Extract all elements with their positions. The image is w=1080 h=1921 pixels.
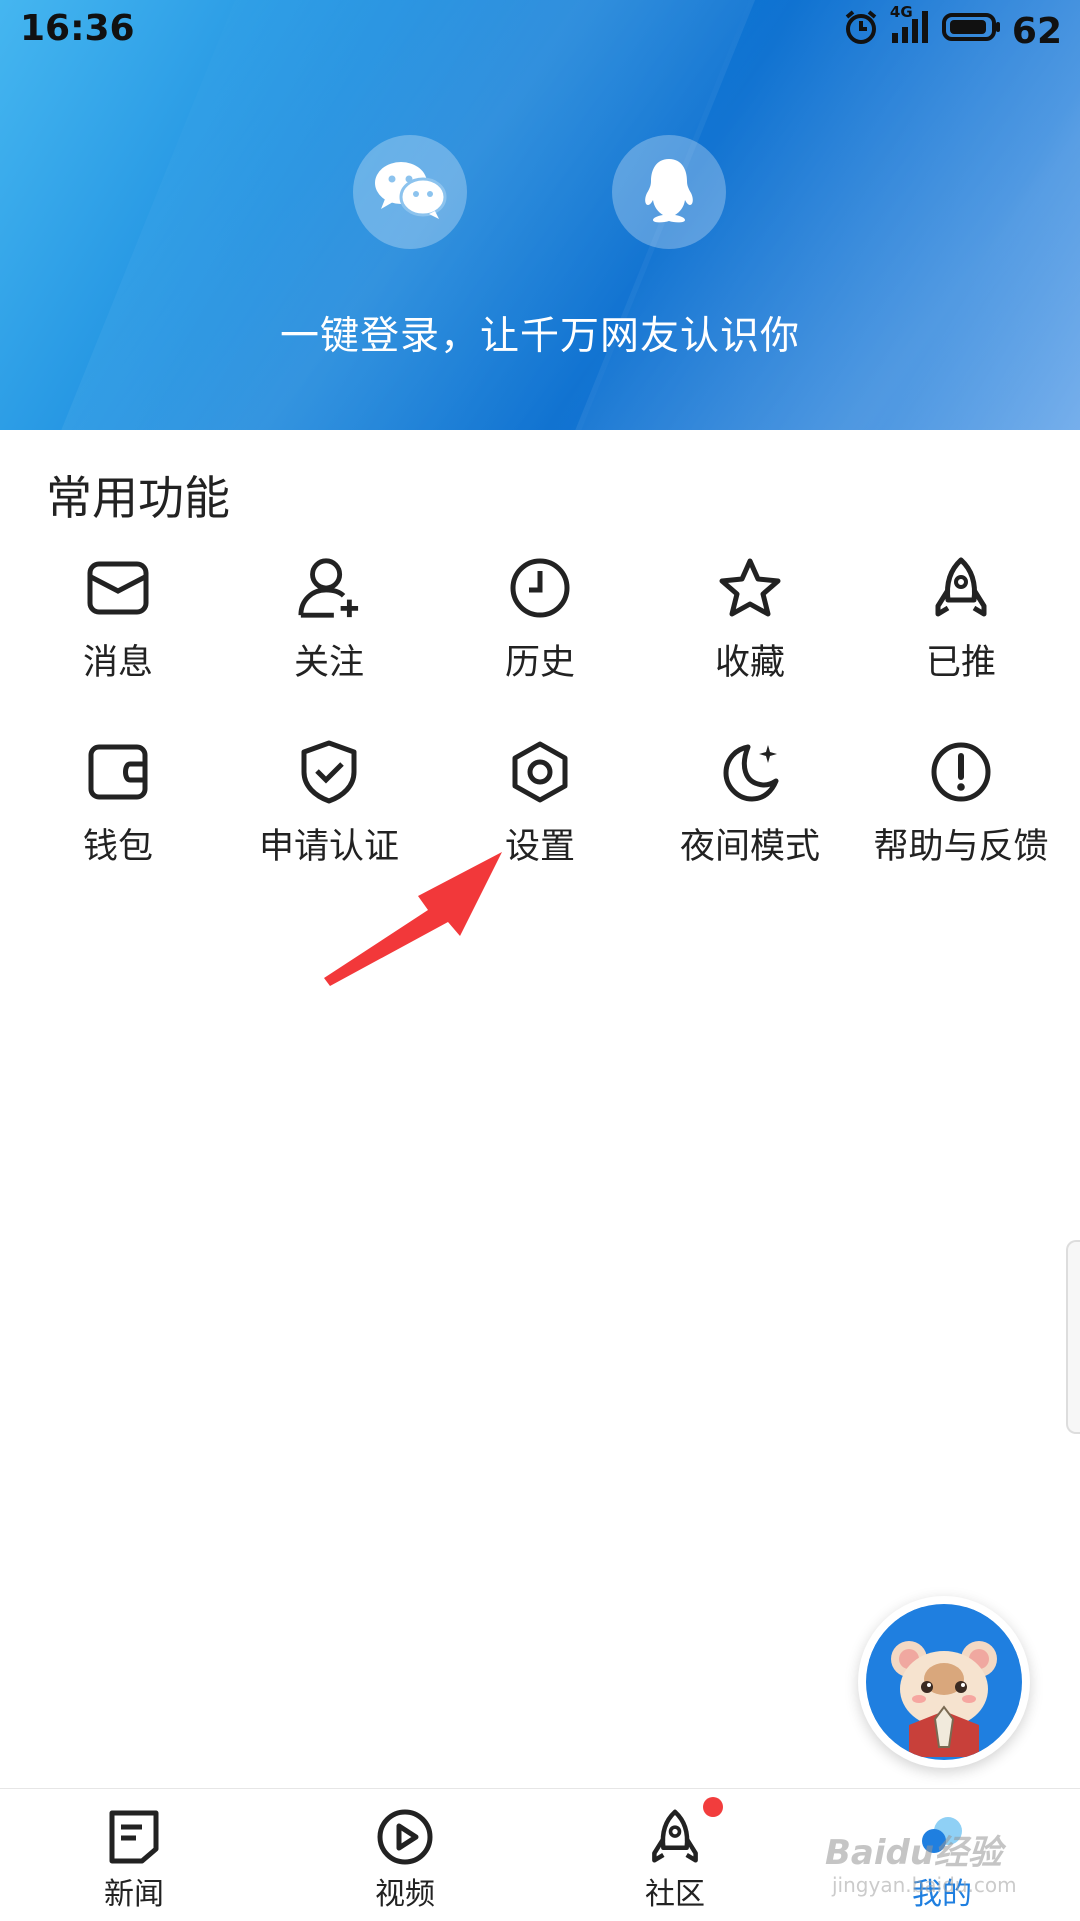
menu-item-history[interactable]: 历史 <box>435 556 645 696</box>
menu-item-label: 历史 <box>504 643 575 683</box>
nav-tab-community[interactable]: 社区 <box>590 1797 760 1913</box>
nav-label: 社区 <box>645 1877 705 1912</box>
nav-label: 新闻 <box>104 1877 164 1912</box>
favorite-star-icon <box>718 556 782 620</box>
wallet-icon <box>86 740 150 804</box>
news-icon <box>104 1807 164 1867</box>
wechat-icon <box>373 159 447 225</box>
menu-item-favorites[interactable]: 收藏 <box>645 556 855 696</box>
login-caption: 一键登录，让千万网友认识你 <box>279 314 800 359</box>
community-rocket-icon <box>645 1807 705 1867</box>
menu-item-label: 收藏 <box>714 643 785 683</box>
status-time: 16:36 <box>20 8 135 49</box>
bottom-navigation: 新闻 视频 社区 我的 Baidu经验 jingyan.baidu.com <box>0 1788 1080 1921</box>
menu-item-label: 设置 <box>504 827 575 867</box>
annotation-arrow <box>310 840 510 994</box>
certification-shield-icon <box>297 740 361 804</box>
video-play-icon <box>375 1807 435 1867</box>
history-clock-icon <box>508 556 572 620</box>
nav-label: 视频 <box>375 1877 435 1912</box>
hamster-mascot-icon <box>866 1604 1022 1760</box>
menu-item-label: 夜间模式 <box>679 827 820 867</box>
nav-tab-news[interactable]: 新闻 <box>49 1807 219 1913</box>
menu-item-label: 钱包 <box>82 827 153 867</box>
notification-badge-dot <box>703 1797 723 1817</box>
alarm-icon <box>842 8 880 55</box>
menu-item-night-mode[interactable]: 夜间模式 <box>645 740 855 880</box>
menu-item-label: 关注 <box>293 643 364 683</box>
nav-tab-video[interactable]: 视频 <box>320 1807 490 1913</box>
settings-hexagon-icon <box>508 740 572 804</box>
pushed-rocket-icon <box>929 556 993 620</box>
watermark: Baidu经验 <box>825 1833 1003 1873</box>
qq-login-button[interactable] <box>612 135 726 249</box>
status-right-group: 4G 62 <box>842 3 1062 55</box>
floating-mascot-button[interactable] <box>858 1596 1030 1768</box>
menu-item-wallet[interactable]: 钱包 <box>13 740 223 880</box>
menu-item-messages[interactable]: 消息 <box>13 556 223 696</box>
menu-item-label: 已推 <box>925 643 996 683</box>
menu-item-follow[interactable]: 关注 <box>224 556 434 696</box>
login-banner: 16:36 4G 62 一键登录，让千万网友认识你 <box>0 0 1080 430</box>
watermark-url: jingyan.baidu.com <box>832 1873 1017 1897</box>
wechat-login-button[interactable] <box>353 135 467 249</box>
menu-item-help-feedback[interactable]: 帮助与反馈 <box>856 740 1066 880</box>
message-envelope-icon <box>86 556 150 620</box>
qq-penguin-icon <box>641 155 697 229</box>
menu-item-label: 帮助与反馈 <box>873 827 1049 867</box>
battery-icon <box>941 11 1002 52</box>
edge-drawer-handle[interactable] <box>1066 1240 1080 1434</box>
battery-level: 62 <box>1011 11 1062 52</box>
network-type: 4G <box>889 3 913 21</box>
menu-item-label: 消息 <box>82 643 153 683</box>
signal-icon: 4G <box>890 3 932 54</box>
follow-user-plus-icon <box>297 556 361 620</box>
help-feedback-icon <box>929 740 993 804</box>
menu-item-pushed[interactable]: 已推 <box>856 556 1066 696</box>
status-bar: 16:36 4G 62 <box>0 0 1080 60</box>
night-mode-moon-icon <box>718 740 782 804</box>
section-title: 常用功能 <box>46 471 230 525</box>
